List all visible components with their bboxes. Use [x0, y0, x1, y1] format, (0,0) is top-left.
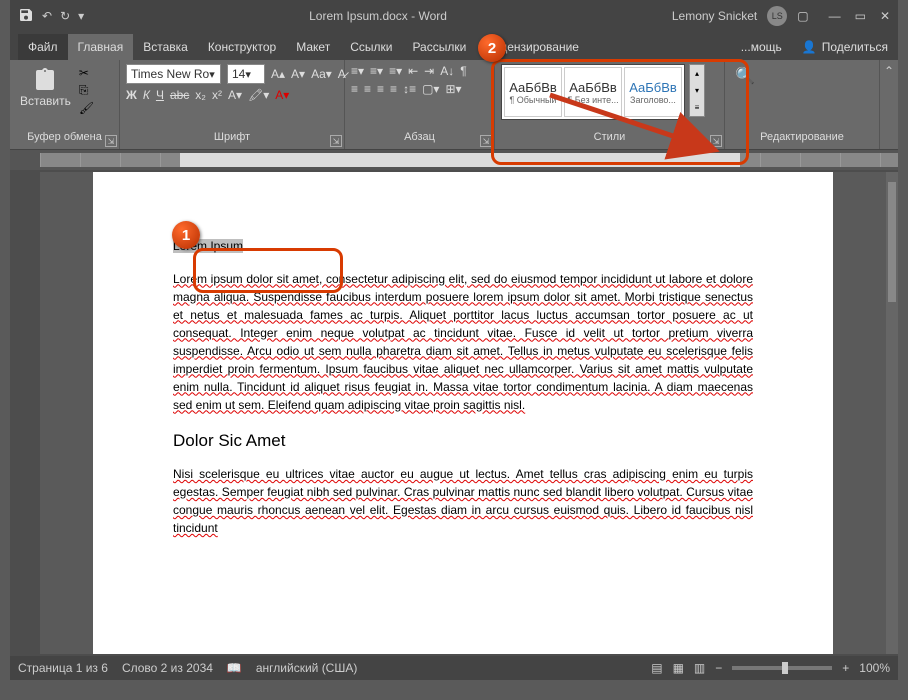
font-name-combo[interactable]: Times New Ro ▾ — [126, 64, 221, 84]
show-marks-icon[interactable]: ¶ — [460, 64, 466, 78]
shrink-font-icon[interactable]: A▾ — [291, 67, 305, 81]
word-count[interactable]: Слово 2 из 2034 — [122, 661, 213, 675]
align-right-icon[interactable]: ≡ — [377, 82, 384, 96]
bullets-icon[interactable]: ≡▾ — [351, 64, 364, 78]
tab-references[interactable]: Ссылки — [340, 34, 402, 60]
horizontal-ruler[interactable] — [10, 150, 898, 170]
find-button[interactable]: 🔍 — [731, 64, 763, 96]
shading-icon[interactable]: ▢▾ — [422, 82, 439, 96]
bold-button[interactable]: Ж — [126, 88, 137, 102]
avatar[interactable]: LS — [767, 6, 787, 26]
undo-icon[interactable]: ↶ — [42, 9, 52, 23]
statusbar: Страница 1 из 6 Слово 2 из 2034 📖 англий… — [10, 656, 898, 680]
style-no-spacing[interactable]: АаБбВв ¶ Без инте... — [564, 67, 622, 117]
document-area[interactable]: Lorem Ipsum Lorem ipsum dolor sit amet, … — [40, 172, 886, 654]
superscript-button[interactable]: x² — [212, 88, 222, 102]
tab-file[interactable]: Файл — [18, 34, 68, 60]
font-size-combo[interactable]: 14 ▾ — [227, 64, 265, 84]
tab-home[interactable]: Главная — [68, 34, 134, 60]
styles-gallery[interactable]: АаБбВв ¶ Обычный АаБбВв ¶ Без инте... Аа… — [501, 64, 685, 120]
group-font-label: Шрифт — [126, 131, 338, 145]
tab-insert[interactable]: Вставка — [133, 34, 198, 60]
ribbon-options-icon[interactable]: ▢ — [797, 9, 808, 23]
language-status[interactable]: английский (США) — [256, 661, 357, 675]
ribbon: Вставить ✂ ⎘ 🖌 Буфер обмена ⇲ Times New … — [10, 60, 898, 150]
multilevel-icon[interactable]: ≡▾ — [389, 64, 402, 78]
text-effects-icon[interactable]: A▾ — [228, 88, 242, 102]
zoom-level[interactable]: 100% — [859, 661, 890, 675]
paragraph-2[interactable]: Nisi scelerisque eu ultrices vitae aucto… — [173, 465, 753, 537]
style-normal[interactable]: АаБбВв ¶ Обычный — [504, 67, 562, 117]
tab-help[interactable]: ...мощь — [731, 34, 792, 60]
ribbon-tabs: Файл Главная Вставка Конструктор Макет С… — [10, 32, 898, 60]
vertical-scrollbar[interactable] — [886, 172, 898, 654]
grow-font-icon[interactable]: A▴ — [271, 67, 285, 81]
paste-button[interactable]: Вставить — [16, 64, 75, 110]
callout-1-number: 1 — [172, 221, 200, 249]
save-icon[interactable] — [18, 7, 34, 26]
spellcheck-icon[interactable]: 📖 — [227, 661, 242, 675]
outdent-icon[interactable]: ⇤ — [408, 64, 418, 78]
maximize-icon[interactable]: ▭ — [855, 9, 866, 23]
group-clipboard-label: Буфер обмена — [16, 131, 113, 145]
highlight-icon[interactable]: 🖍▾ — [248, 88, 269, 102]
styles-down-icon[interactable]: ▾ — [690, 82, 704, 99]
align-left-icon[interactable]: ≡ — [351, 82, 358, 96]
print-layout-icon[interactable]: ▦ — [673, 661, 684, 675]
borders-icon[interactable]: ⊞▾ — [445, 82, 461, 96]
styles-more-icon[interactable]: ≡ — [690, 99, 704, 116]
page-status[interactable]: Страница 1 из 6 — [18, 661, 108, 675]
tab-layout[interactable]: Макет — [286, 34, 340, 60]
heading-1[interactable]: Lorem Ipsum — [173, 232, 753, 258]
collapse-ribbon-icon[interactable]: ⌃ — [884, 64, 894, 78]
web-layout-icon[interactable]: ▥ — [694, 661, 705, 675]
share-button[interactable]: 👤Поделиться — [792, 34, 898, 60]
minimize-icon[interactable]: — — [829, 9, 841, 23]
style-heading1[interactable]: АаБбВв Заголово... — [624, 67, 682, 117]
strike-button[interactable]: abc — [170, 88, 189, 102]
tab-mailings[interactable]: Рассылки — [402, 34, 476, 60]
styles-launcher-icon[interactable]: ⇲ — [710, 135, 722, 147]
change-case-icon[interactable]: Aa▾ — [311, 67, 332, 81]
group-paragraph-label: Абзац — [351, 131, 488, 145]
indent-icon[interactable]: ⇥ — [424, 64, 434, 78]
font-launcher-icon[interactable]: ⇲ — [330, 135, 342, 147]
clipboard-launcher-icon[interactable]: ⇲ — [105, 135, 117, 147]
align-center-icon[interactable]: ≡ — [364, 82, 371, 96]
subscript-button[interactable]: x₂ — [195, 88, 206, 102]
zoom-slider[interactable] — [732, 666, 832, 670]
cut-icon[interactable]: ✂ — [79, 66, 94, 80]
close-icon[interactable]: ✕ — [880, 9, 890, 23]
underline-button[interactable]: Ч — [156, 88, 164, 102]
line-spacing-icon[interactable]: ↕≡ — [403, 82, 416, 96]
numbering-icon[interactable]: ≡▾ — [370, 64, 383, 78]
copy-icon[interactable]: ⎘ — [79, 83, 94, 98]
tab-design[interactable]: Конструктор — [198, 34, 286, 60]
callout-2-number: 2 — [478, 34, 506, 62]
titlebar: ↶ ↻ ▾ Lorem Ipsum.docx - Word Lemony Sni… — [10, 0, 898, 32]
paragraph-launcher-icon[interactable]: ⇲ — [480, 135, 492, 147]
heading-2[interactable]: Dolor Sic Amet — [173, 428, 753, 454]
paragraph-1[interactable]: Lorem ipsum dolor sit amet, consectetur … — [173, 270, 753, 414]
styles-up-icon[interactable]: ▴ — [690, 65, 704, 82]
italic-button[interactable]: К — [143, 88, 150, 102]
group-styles-label: Стили — [501, 131, 718, 145]
read-mode-icon[interactable]: ▤ — [651, 661, 662, 675]
redo-icon[interactable]: ↻ — [60, 9, 70, 23]
share-icon: 👤 — [802, 40, 817, 54]
zoom-out-icon[interactable]: − — [715, 661, 722, 675]
username[interactable]: Lemony Snicket — [672, 9, 757, 23]
sort-icon[interactable]: A↓ — [440, 64, 454, 78]
find-icon: 🔍 — [735, 66, 759, 94]
group-editing-label: Редактирование — [731, 131, 873, 145]
justify-icon[interactable]: ≡ — [390, 82, 397, 96]
font-color-icon[interactable]: A▾ — [275, 88, 289, 102]
zoom-in-icon[interactable]: + — [842, 661, 849, 675]
page[interactable]: Lorem Ipsum Lorem ipsum dolor sit amet, … — [93, 172, 833, 654]
format-painter-icon[interactable]: 🖌 — [79, 101, 94, 115]
document-title: Lorem Ipsum.docx - Word — [84, 9, 672, 23]
